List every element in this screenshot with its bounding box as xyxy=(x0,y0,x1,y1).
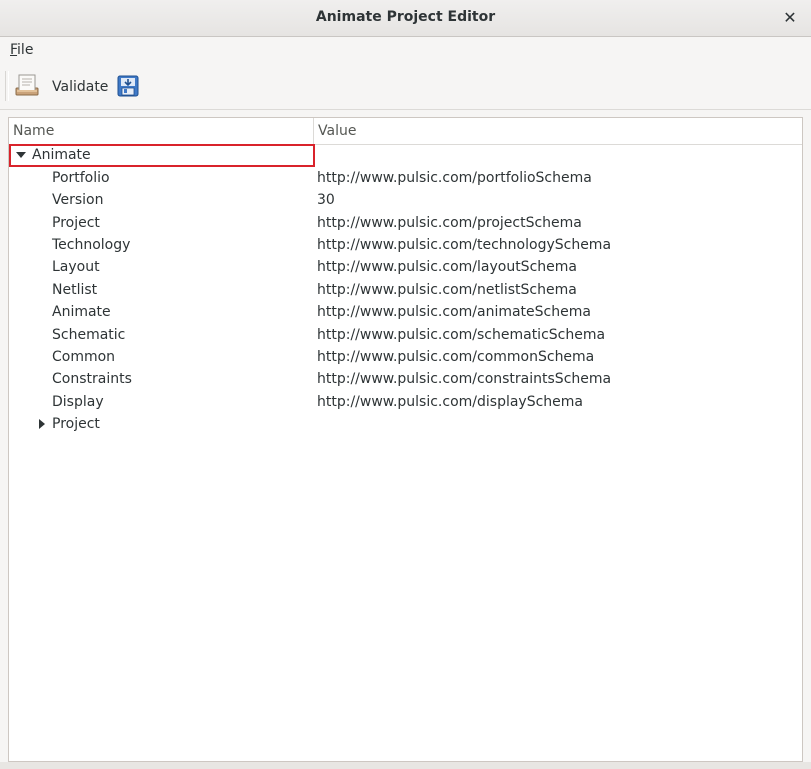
column-header-name[interactable]: Name xyxy=(13,123,54,139)
tree-row[interactable]: Constraints http://www.pulsic.com/constr… xyxy=(9,369,802,391)
window-bottom-edge xyxy=(0,762,811,769)
tree-header: Name Value xyxy=(9,118,802,145)
tree-row[interactable]: Display http://www.pulsic.com/displaySch… xyxy=(9,392,802,414)
save-button[interactable] xyxy=(117,75,139,97)
tree-node-name: Constraints xyxy=(52,371,132,387)
tree-node-name: Version xyxy=(52,192,104,208)
save-download-icon xyxy=(117,75,139,101)
tree-node-name: Common xyxy=(52,349,116,365)
validate-label: Validate xyxy=(52,79,109,95)
tree-row-root[interactable]: Animate xyxy=(9,145,802,167)
tree-node-name: Schematic xyxy=(52,327,126,343)
tree-node-name: Portfolio xyxy=(52,170,110,186)
menu-file[interactable]: File xyxy=(10,42,33,58)
tree-row[interactable]: Portfolio http://www.pulsic.com/portfoli… xyxy=(9,168,802,190)
tree-row[interactable]: Version 30 xyxy=(9,190,802,212)
validate-button[interactable]: Validate xyxy=(14,72,108,102)
expander-collapsed-icon[interactable] xyxy=(39,419,45,429)
expander-expanded-icon[interactable] xyxy=(16,152,26,158)
column-header-value[interactable]: Value xyxy=(318,123,356,139)
menu-file-label: ile xyxy=(17,42,34,58)
tree-row[interactable]: Layout http://www.pulsic.com/layoutSchem… xyxy=(9,257,802,279)
tree-node-value: http://www.pulsic.com/animateSchema xyxy=(317,304,591,320)
menu-file-mnemonic: F xyxy=(10,42,18,58)
tree-node-name: Layout xyxy=(52,259,100,275)
tree-node-name: Animate xyxy=(32,147,91,163)
tree-node-value: http://www.pulsic.com/displaySchema xyxy=(317,394,583,410)
window-title: Animate Project Editor xyxy=(315,9,496,25)
tree-row[interactable]: Schematic http://www.pulsic.com/schemati… xyxy=(9,325,802,347)
tree-node-name: Project xyxy=(52,416,100,432)
toolbar-grip[interactable] xyxy=(5,71,9,101)
clipboard-icon xyxy=(14,72,40,102)
tree-node-name: Netlist xyxy=(52,282,98,298)
tree-node-value: http://www.pulsic.com/layoutSchema xyxy=(317,259,577,275)
tree-node-value: http://www.pulsic.com/technologySchema xyxy=(317,237,612,253)
column-separator[interactable] xyxy=(313,118,314,145)
tree-row-project-node[interactable]: Project xyxy=(9,414,802,436)
tree-row[interactable]: Common http://www.pulsic.com/commonSchem… xyxy=(9,347,802,369)
close-button[interactable]: ✕ xyxy=(779,7,801,29)
title-bar: Animate Project Editor ✕ xyxy=(0,0,811,37)
tree-node-name: Animate xyxy=(52,304,111,320)
tree-row[interactable]: Project http://www.pulsic.com/projectSch… xyxy=(9,213,802,235)
tree-node-value: http://www.pulsic.com/netlistSchema xyxy=(317,282,577,298)
tree-row[interactable]: Technology http://www.pulsic.com/technol… xyxy=(9,235,802,257)
tree-node-name: Technology xyxy=(52,237,131,253)
tree-row[interactable]: Animate http://www.pulsic.com/animateSch… xyxy=(9,302,802,324)
tree-node-value: http://www.pulsic.com/commonSchema xyxy=(317,349,595,365)
tree-node-value: http://www.pulsic.com/constraintsSchema xyxy=(317,371,612,387)
toolbar: Validate xyxy=(0,64,811,110)
tree-node-value: http://www.pulsic.com/projectSchema xyxy=(317,215,582,231)
tree-row[interactable]: Netlist http://www.pulsic.com/netlistSch… xyxy=(9,280,802,302)
menu-bar: File xyxy=(0,37,811,64)
tree-node-value: http://www.pulsic.com/portfolioSchema xyxy=(317,170,592,186)
tree-node-name: Project xyxy=(52,215,100,231)
tree-node-value: 30 xyxy=(317,192,335,208)
tree-node-name: Display xyxy=(52,394,104,410)
app-window: Animate Project Editor ✕ File Validate N… xyxy=(0,0,811,769)
tree-view[interactable]: Name Value Animate Portfolio http://www.… xyxy=(8,117,803,762)
tree-node-value: http://www.pulsic.com/schematicSchema xyxy=(317,327,606,343)
